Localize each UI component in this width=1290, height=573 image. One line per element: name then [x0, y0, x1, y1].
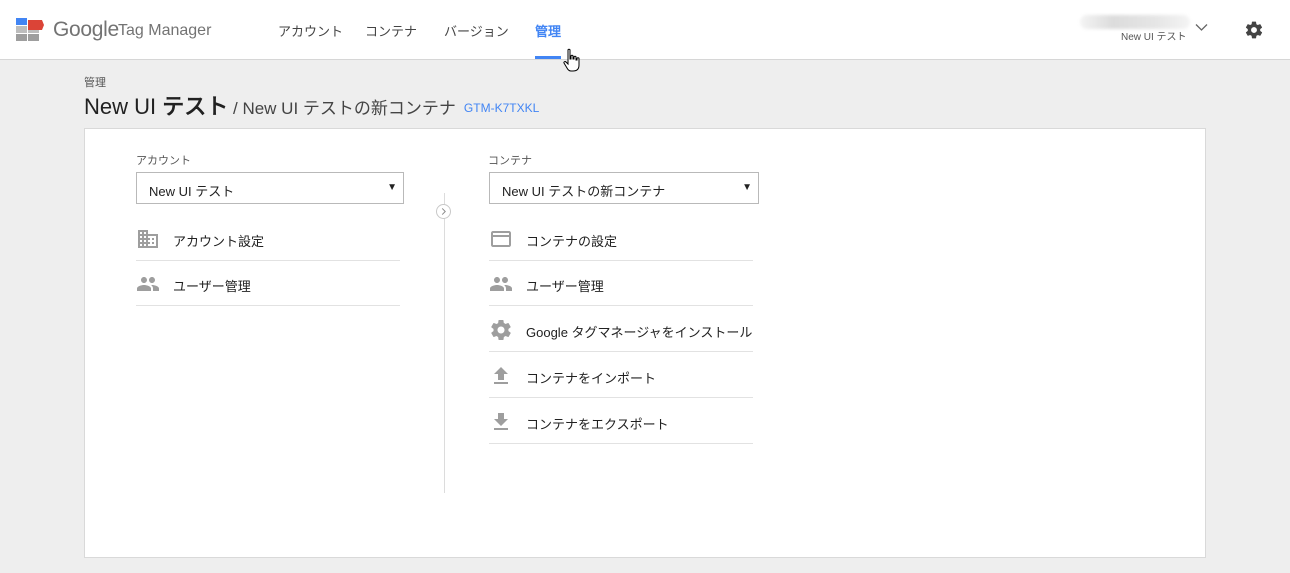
menu-item-label: アカウント設定 [173, 234, 265, 249]
menu-item-label: ユーザー管理 [526, 279, 604, 294]
title-account-name: New UI テスト [84, 94, 229, 119]
account-column-label: アカウント [136, 155, 191, 167]
account-select-value: New UI テスト [149, 184, 235, 199]
container-select-value: New UI テストの新コンテナ [502, 184, 666, 199]
account-select[interactable]: New UI テスト ▼ [136, 172, 404, 204]
dropdown-caret-icon: ▼ [742, 182, 752, 193]
active-tab-indicator [535, 56, 561, 59]
container-column-label: コンテナ [488, 155, 532, 167]
export-container-item[interactable]: コンテナをエクスポート [489, 399, 753, 444]
container-icon [491, 231, 511, 247]
container-select[interactable]: New UI テストの新コンテナ ▼ [489, 172, 759, 204]
brand-google: Google [53, 18, 119, 41]
container-user-management-item[interactable]: ユーザー管理 [489, 261, 753, 306]
gear-icon [491, 320, 511, 341]
account-user-management-item[interactable]: ユーザー管理 [136, 261, 400, 306]
people-icon [490, 277, 512, 291]
dropdown-caret-icon: ▼ [387, 182, 397, 193]
page-title: New UI テスト / New UI テストの新コンテナ GTM-K7TXKL [84, 89, 539, 121]
menu-item-label: コンテナをエクスポート [526, 417, 669, 432]
import-container-item[interactable]: コンテナをインポート [489, 353, 753, 398]
chevron-right-icon [436, 204, 451, 219]
download-icon [494, 413, 508, 430]
people-icon [137, 277, 159, 291]
column-divider [444, 193, 445, 493]
account-switcher-subtitle[interactable]: New UI テスト [1121, 28, 1187, 43]
tag-manager-logo[interactable] [14, 16, 46, 42]
building-icon [138, 230, 158, 248]
nav-tab-admin[interactable]: 管理 [535, 21, 561, 40]
menu-item-label: Google タグマネージャをインストール [526, 325, 753, 340]
upload-icon [494, 367, 508, 384]
account-email-blurred [1080, 15, 1190, 29]
chevron-down-icon[interactable] [1195, 23, 1208, 32]
top-app-bar: Google Tag Manager アカウント コンテナ バージョン 管理 N… [0, 0, 1290, 72]
account-settings-item[interactable]: アカウント設定 [136, 216, 400, 261]
container-public-id[interactable]: GTM-K7TXKL [464, 101, 539, 115]
nav-tab-container[interactable]: コンテナ [365, 21, 417, 40]
hand-cursor-icon [563, 48, 580, 72]
title-separator: / [228, 99, 243, 118]
menu-item-label: コンテナをインポート [526, 371, 657, 386]
admin-panel: アカウント New UI テスト ▼ アカウント設定 ユーザー管理 コンテナ N… [84, 128, 1206, 558]
brand-product-name: Tag Manager [118, 22, 212, 39]
container-settings-item[interactable]: コンテナの設定 [489, 216, 753, 261]
title-container-name: New UI テストの新コンテナ [242, 99, 456, 118]
nav-tab-versions[interactable]: バージョン [444, 21, 509, 40]
menu-item-label: ユーザー管理 [173, 279, 251, 294]
gear-icon[interactable] [1244, 20, 1264, 40]
menu-item-label: コンテナの設定 [526, 234, 618, 249]
nav-tab-account[interactable]: アカウント [278, 21, 343, 40]
breadcrumb: 管理 [84, 77, 106, 89]
install-tag-manager-item[interactable]: Google タグマネージャをインストール [489, 307, 753, 352]
